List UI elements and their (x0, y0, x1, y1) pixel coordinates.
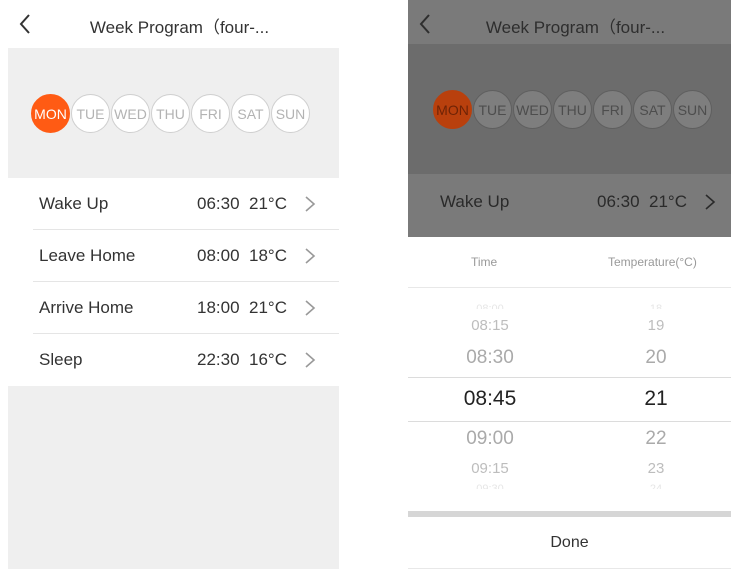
time-option[interactable]: 08:30 (430, 347, 550, 369)
temp-option[interactable]: 20 (596, 347, 716, 369)
day-fri: FRI (593, 90, 632, 129)
schedule-value: 08:00 18°C (197, 246, 287, 266)
day-wed: WED (513, 90, 552, 129)
schedule-temp: 21°C (249, 298, 287, 317)
day-sun[interactable]: SUN (271, 94, 310, 133)
time-option[interactable]: 08:00 (430, 303, 550, 309)
selected-temperature[interactable]: 21 (596, 387, 716, 411)
time-option[interactable]: 09:00 (430, 428, 550, 450)
temp-option[interactable]: 22 (596, 428, 716, 450)
schedule-label: Wake Up (440, 192, 510, 211)
day-wed[interactable]: WED (111, 94, 150, 133)
schedule-temp: 16°C (249, 350, 287, 369)
time-wheel[interactable]: 08:00 08:15 08:30 08:45 09:00 09:15 09:3… (430, 288, 550, 503)
time-option[interactable]: 08:15 (430, 317, 550, 334)
schedule-value: 22:30 16°C (197, 350, 287, 370)
time-option[interactable]: 09:15 (430, 460, 550, 477)
chevron-right-icon (305, 196, 316, 212)
temp-option[interactable]: 19 (596, 317, 716, 334)
day-selector: MON TUE WED THU FRI SAT SUN (408, 44, 731, 174)
schedule-value: 06:30 21°C (197, 194, 287, 214)
chevron-right-icon (305, 248, 316, 264)
schedule-row-arrive-home[interactable]: Arrive Home 18:00 21°C (8, 282, 339, 334)
selection-line-bottom (408, 421, 731, 422)
schedule-row-wake-up[interactable]: Wake Up 06:30 21°C (8, 178, 339, 230)
schedule-label: Arrive Home (39, 298, 134, 317)
temp-option[interactable]: 23 (596, 460, 716, 477)
day-mon: MON (433, 90, 472, 129)
day-sat: SAT (633, 90, 672, 129)
schedule-label: Wake Up (39, 194, 109, 213)
temperature-wheel[interactable]: 18 19 20 21 22 23 24 (596, 288, 716, 503)
chevron-right-icon (705, 194, 716, 210)
temperature-column-header: Temperature(°C) (608, 255, 697, 269)
header: Week Program（four-... (408, 0, 731, 48)
temp-option[interactable]: 24 (596, 483, 716, 489)
schedule-time: 18:00 (197, 298, 240, 317)
day-mon[interactable]: MON (31, 94, 70, 133)
schedule-temp: 21°C (249, 194, 287, 213)
schedule-temp: 21°C (649, 192, 687, 211)
time-picker-screen: Week Program（four-... MON TUE WED THU FR… (408, 0, 731, 569)
week-program-screen: Week Program（four-... MON TUE WED THU FR… (8, 0, 339, 569)
day-tue[interactable]: TUE (71, 94, 110, 133)
day-sun: SUN (673, 90, 712, 129)
header: Week Program（four-... (8, 0, 339, 48)
selected-time[interactable]: 08:45 (430, 387, 550, 411)
picker-sheet: Time Temperature(°C) 08:00 08:15 08:30 0… (408, 237, 731, 569)
schedule-value: 06:30 21°C (597, 192, 687, 212)
day-sat[interactable]: SAT (231, 94, 270, 133)
temp-option[interactable]: 18 (596, 303, 716, 309)
day-thu[interactable]: THU (151, 94, 190, 133)
time-option[interactable]: 09:30 (430, 483, 550, 489)
chevron-right-icon (305, 300, 316, 316)
schedule-label: Leave Home (39, 246, 136, 265)
schedule-time: 22:30 (197, 350, 240, 369)
schedule-row-sleep[interactable]: Sleep 22:30 16°C (8, 334, 339, 386)
schedule-time: 08:00 (197, 246, 240, 265)
schedule-temp: 18°C (249, 246, 287, 265)
done-button[interactable]: Done (408, 517, 731, 569)
chevron-right-icon (305, 352, 316, 368)
schedule-value: 18:00 21°C (197, 298, 287, 318)
schedule-row-leave-home[interactable]: Leave Home 08:00 18°C (8, 230, 339, 282)
time-column-header: Time (471, 255, 498, 269)
page-title: Week Program（four-... (89, 18, 270, 37)
day-tue: TUE (473, 90, 512, 129)
empty-area (8, 386, 339, 569)
day-thu: THU (553, 90, 592, 129)
schedule-time: 06:30 (197, 194, 240, 213)
day-selector: MON TUE WED THU FRI SAT SUN (8, 48, 339, 178)
schedule-list: Wake Up 06:30 21°C Leave Home 08:00 18°C… (8, 178, 339, 386)
page-title: Week Program（four-... (485, 18, 666, 37)
schedule-label: Sleep (39, 350, 83, 369)
selection-line-top (408, 377, 731, 378)
day-fri[interactable]: FRI (191, 94, 230, 133)
schedule-time: 06:30 (597, 192, 640, 211)
schedule-row-wake-up: Wake Up 06:30 21°C (408, 174, 731, 237)
